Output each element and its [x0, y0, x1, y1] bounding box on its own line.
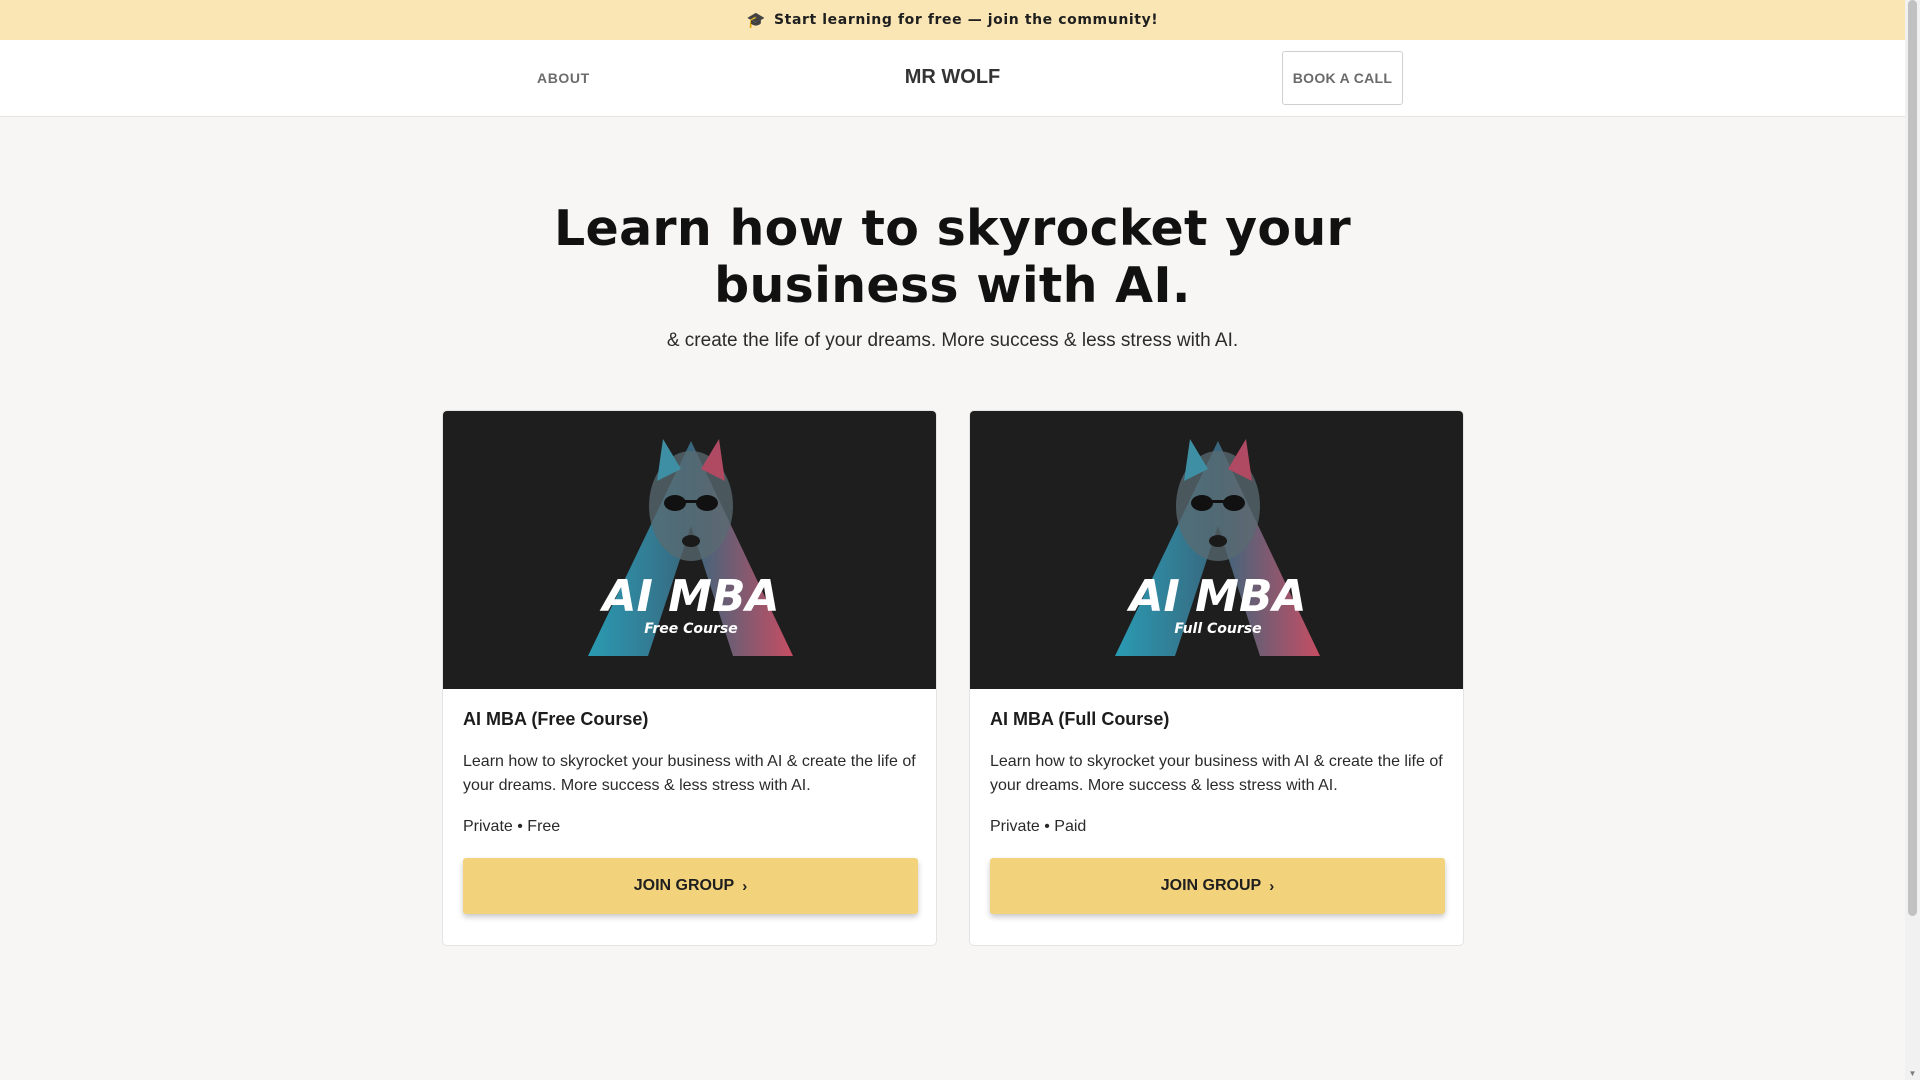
announcement-bar[interactable]: 🎓 Start learning for free — join the com…	[0, 0, 1905, 40]
join-group-label: JOIN GROUP	[1160, 877, 1262, 894]
card-title[interactable]: AI MBA (Full Course)	[990, 709, 1443, 730]
cover-subtitle-text: Free Course	[644, 621, 737, 637]
course-card-full[interactable]: AI MBA Full Course AI MBA (Full Course) …	[969, 410, 1464, 946]
scrollbar-thumb[interactable]	[1908, 0, 1917, 916]
scroll-down-arrow-icon[interactable]: ▼	[1908, 1069, 1917, 1078]
course-cover-image[interactable]: AI MBA Full Course	[970, 411, 1463, 689]
page: 🎓 Start learning for free — join the com…	[0, 0, 1905, 1080]
hero-title-line-2: business with AI.	[714, 257, 1191, 314]
card-body: AI MBA (Full Course) Learn how to skyroc…	[970, 689, 1463, 914]
page-scrollbar[interactable]: ▼	[1905, 0, 1920, 1080]
card-title[interactable]: AI MBA (Free Course)	[463, 709, 916, 730]
ai-mba-wolf-artwork: AI MBA Free Course	[588, 439, 793, 656]
announcement-text[interactable]: Start learning for free — join the commu…	[774, 12, 1158, 28]
site-header: ABOUT MR WOLF BOOK A CALL	[0, 40, 1905, 117]
join-group-button[interactable]: JOIN GROUP ›	[463, 858, 918, 914]
cover-title-text: AI MBA	[1126, 571, 1306, 622]
hero-title: Learn how to skyrocket your business wit…	[0, 200, 1905, 314]
book-call-button[interactable]: BOOK A CALL	[1282, 51, 1403, 105]
card-meta: Private • Free	[463, 818, 561, 835]
course-cover-image[interactable]: AI MBA Free Course	[443, 411, 936, 689]
graduation-cap-icon: 🎓	[746, 11, 766, 29]
chevron-right-icon: ›	[1269, 877, 1275, 895]
card-meta: Private • Paid	[990, 818, 1087, 835]
card-description: Learn how to skyrocket your business wit…	[990, 753, 1443, 794]
join-group-button[interactable]: JOIN GROUP ›	[990, 858, 1445, 914]
ai-mba-wolf-artwork: AI MBA Full Course	[1115, 439, 1320, 656]
hero-title-line-1: Learn how to skyrocket your	[554, 200, 1351, 257]
hero-subtitle: & create the life of your dreams. More s…	[666, 330, 1239, 351]
cover-subtitle-text: Full Course	[1174, 621, 1261, 637]
cover-title-text: AI MBA	[599, 571, 779, 622]
chevron-right-icon: ›	[742, 877, 748, 895]
card-description: Learn how to skyrocket your business wit…	[463, 753, 916, 794]
course-card-free[interactable]: AI MBA Free Course AI MBA (Free Course) …	[442, 410, 937, 946]
brand-logo[interactable]: MR WOLF	[0, 66, 1905, 89]
card-body: AI MBA (Free Course) Learn how to skyroc…	[443, 689, 936, 914]
hero-section: Learn how to skyrocket your business wit…	[0, 117, 1905, 352]
course-cards: AI MBA Free Course AI MBA (Free Course) …	[442, 410, 1464, 946]
join-group-label: JOIN GROUP	[633, 877, 735, 894]
